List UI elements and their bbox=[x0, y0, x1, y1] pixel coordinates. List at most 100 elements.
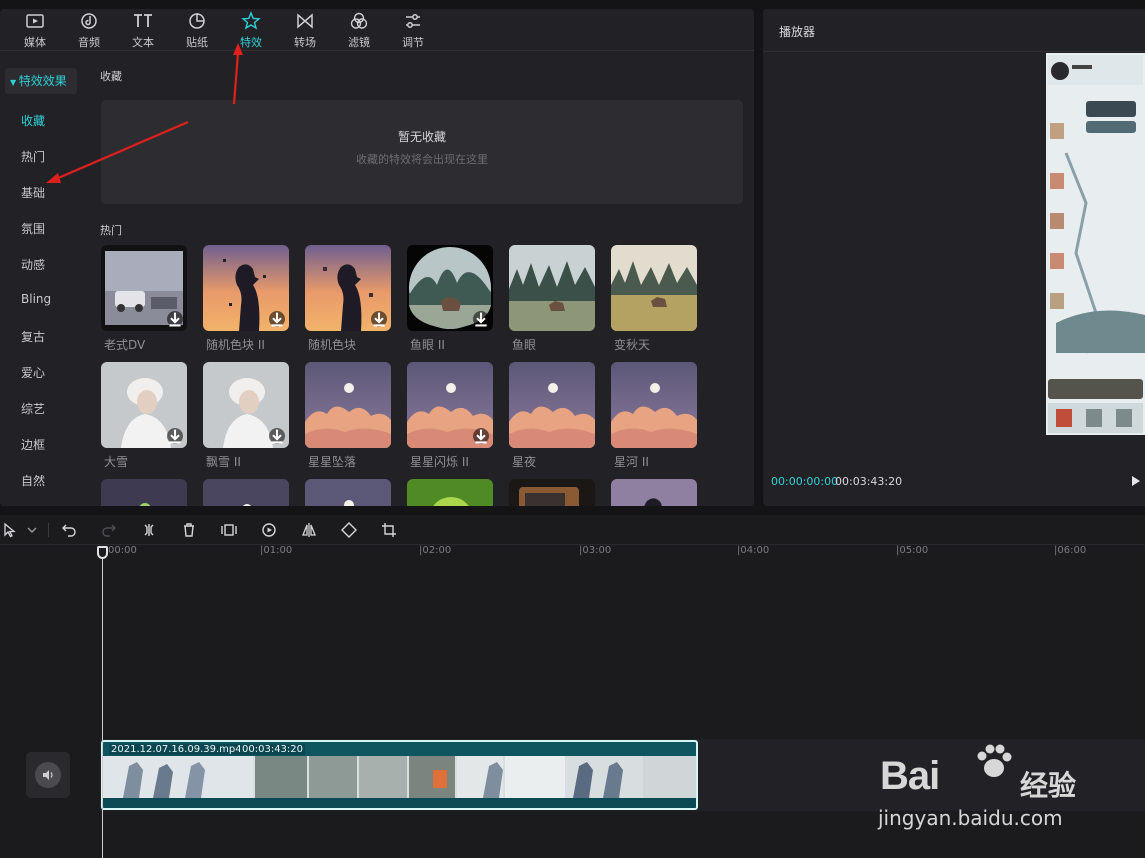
timeline-toolbar bbox=[0, 515, 1145, 545]
reverse-button[interactable] bbox=[261, 522, 277, 538]
effect-item[interactable]: 星河 II bbox=[611, 362, 697, 470]
effect-thumbnail bbox=[407, 362, 493, 448]
speaker-icon bbox=[43, 770, 53, 780]
category-hot[interactable]: 热门 bbox=[21, 148, 45, 165]
download-icon[interactable] bbox=[269, 428, 285, 444]
redo-button[interactable] bbox=[101, 522, 117, 538]
undo-button[interactable] bbox=[61, 522, 77, 538]
asset-toolbar: 媒体 音频 文本 贴纸 特效 转场 滤镜 调节 bbox=[0, 9, 754, 51]
total-time: 00:03:43:20 bbox=[835, 475, 903, 488]
tab-filter[interactable]: 滤镜 bbox=[332, 9, 386, 51]
track-audio-toggle[interactable] bbox=[26, 752, 70, 798]
effect-item[interactable] bbox=[611, 479, 697, 506]
select-tool-dropdown[interactable] bbox=[24, 522, 40, 538]
select-tool[interactable] bbox=[2, 522, 18, 538]
effect-thumbnail bbox=[407, 479, 493, 506]
effect-item[interactable] bbox=[407, 479, 493, 506]
tab-audio-label: 音频 bbox=[78, 35, 100, 49]
tab-text[interactable]: 文本 bbox=[116, 9, 170, 51]
paw-logo-icon bbox=[977, 744, 1012, 777]
timeline-ruler[interactable]: 00:00 |01:00 |02:00 |03:00 |04:00 |05:00… bbox=[0, 545, 1145, 559]
effect-label: 飘雪 II bbox=[206, 455, 241, 469]
ruler-label: |01:00 bbox=[260, 545, 293, 556]
category-nature[interactable]: 自然 bbox=[21, 472, 45, 489]
ruler-label: 00:00 bbox=[108, 545, 137, 556]
category-love[interactable]: 爱心 bbox=[21, 364, 45, 381]
tab-media-label: 媒体 bbox=[24, 35, 46, 49]
effect-item[interactable]: 飘雪 II bbox=[203, 362, 289, 470]
playhead-line[interactable] bbox=[102, 547, 103, 858]
download-icon[interactable] bbox=[371, 311, 387, 327]
download-icon[interactable] bbox=[167, 311, 183, 327]
download-icon[interactable] bbox=[167, 428, 183, 444]
video-clip[interactable]: 2021.12.07.16.09.39.mp4 00:03:43:20 bbox=[101, 740, 698, 810]
tab-sticker[interactable]: 贴纸 bbox=[170, 9, 224, 51]
download-icon[interactable] bbox=[473, 311, 489, 327]
clip-duration: 00:03:43:20 bbox=[240, 744, 306, 755]
caret-down-icon: ▼ bbox=[10, 78, 19, 87]
category-border[interactable]: 边框 bbox=[21, 436, 45, 453]
clip-thumbnails bbox=[103, 756, 696, 798]
category-group-header[interactable]: ▼ 特效效果 bbox=[5, 68, 77, 94]
crop-button[interactable] bbox=[381, 522, 397, 538]
tab-adjust-label: 调节 bbox=[402, 35, 424, 49]
category-favorites[interactable]: 收藏 bbox=[21, 112, 45, 129]
chevron-down-icon bbox=[27, 527, 37, 533]
effect-thumbnail bbox=[611, 479, 697, 506]
video-preview[interactable] bbox=[1046, 53, 1145, 435]
effect-label: 大雪 bbox=[104, 455, 129, 469]
effect-label: 老式DV bbox=[104, 338, 146, 352]
play-icon[interactable] bbox=[1131, 475, 1141, 487]
effect-item[interactable]: 随机色块 II bbox=[203, 245, 289, 353]
adjust-icon bbox=[406, 13, 420, 28]
effect-label: 星夜 bbox=[512, 455, 537, 469]
tab-audio[interactable]: 音频 bbox=[62, 9, 116, 51]
current-time: 00:00:00:00 bbox=[771, 475, 839, 488]
category-retro[interactable]: 复古 bbox=[21, 328, 45, 345]
freeze-button[interactable] bbox=[221, 522, 237, 538]
tab-transition-label: 转场 bbox=[294, 35, 316, 49]
delete-button[interactable] bbox=[181, 522, 197, 538]
tab-effects[interactable]: 特效 bbox=[224, 9, 278, 51]
sticker-icon bbox=[189, 12, 205, 29]
effect-item[interactable]: 随机色块 bbox=[305, 245, 391, 353]
effect-item[interactable] bbox=[305, 479, 391, 506]
tab-transition[interactable]: 转场 bbox=[278, 9, 332, 51]
tab-media[interactable]: 媒体 bbox=[8, 9, 62, 51]
effect-item[interactable]: 鱼眼 II bbox=[407, 245, 493, 353]
effect-label: 随机色块 II bbox=[206, 338, 265, 352]
effect-item[interactable]: 变秋天 bbox=[611, 245, 697, 353]
effect-thumbnail bbox=[101, 479, 187, 506]
redo-icon bbox=[102, 524, 116, 537]
audio-icon bbox=[81, 12, 97, 29]
download-icon[interactable] bbox=[269, 311, 285, 327]
effect-item[interactable]: 星星坠落 bbox=[305, 362, 391, 470]
category-dynamic[interactable]: 动感 bbox=[21, 256, 45, 273]
effect-category-sidebar: ▼ 特效效果 收藏 热门 基础 氛围 动感 Bling 复古 爱心 综艺 边框 … bbox=[0, 52, 90, 506]
effect-thumbnail bbox=[305, 245, 391, 331]
freeze-frame-icon bbox=[221, 524, 237, 536]
effect-item[interactable] bbox=[203, 479, 289, 506]
category-bling[interactable]: Bling bbox=[21, 292, 51, 306]
tab-effects-label: 特效 bbox=[240, 35, 262, 49]
player-panel: 播放器 00:00:00:00 00:03:43:20 bbox=[763, 9, 1145, 506]
category-basic[interactable]: 基础 bbox=[21, 184, 45, 201]
download-icon[interactable] bbox=[473, 428, 489, 444]
category-atmosphere[interactable]: 氛围 bbox=[21, 220, 45, 237]
effect-item[interactable] bbox=[101, 479, 187, 506]
effect-item[interactable] bbox=[509, 479, 595, 506]
effect-item[interactable]: 星夜 bbox=[509, 362, 595, 470]
effect-label: 星星坠落 bbox=[308, 455, 357, 469]
mirror-button[interactable] bbox=[301, 522, 317, 538]
effect-item[interactable]: 大雪 bbox=[101, 362, 187, 470]
rotate-button[interactable] bbox=[341, 522, 357, 538]
playhead-handle[interactable] bbox=[97, 546, 108, 559]
reverse-play-icon bbox=[262, 523, 276, 537]
effect-item[interactable]: 老式DV bbox=[101, 245, 187, 353]
split-button[interactable] bbox=[141, 522, 157, 538]
category-variety[interactable]: 综艺 bbox=[21, 400, 45, 417]
clip-filename: 2021.12.07.16.09.39.mp4 bbox=[109, 744, 244, 755]
tab-adjust[interactable]: 调节 bbox=[386, 9, 440, 51]
effect-item[interactable]: 星星闪烁 II bbox=[407, 362, 493, 470]
effect-item[interactable]: 鱼眼 bbox=[509, 245, 595, 353]
